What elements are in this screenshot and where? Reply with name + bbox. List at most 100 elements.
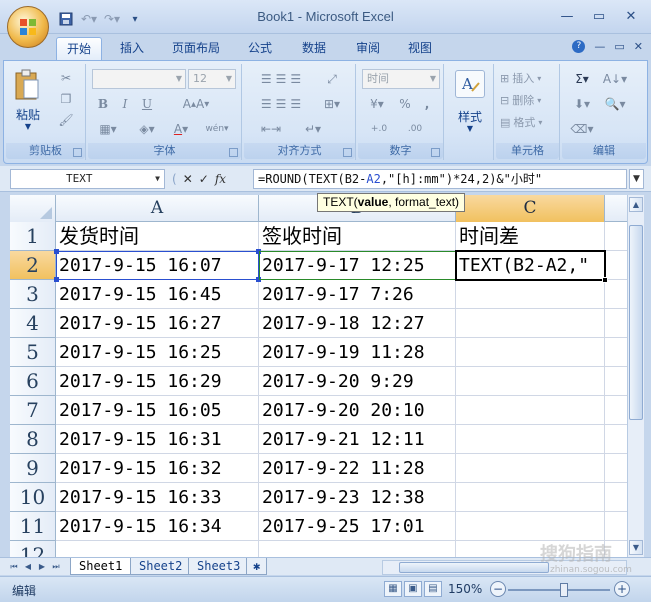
cell-c6[interactable] [456,367,605,396]
clear-icon[interactable]: ⌫▾ [570,120,594,138]
styles-icon[interactable]: A [455,70,485,98]
row-header[interactable]: 9 [10,454,56,483]
row-header[interactable]: 10 [10,483,56,512]
cell-c2[interactable]: TEXT(B2-A2," [456,251,605,280]
font-name-combo[interactable]: ▼ [92,69,186,89]
row-header[interactable]: 3 [10,280,56,309]
cell-d11[interactable] [605,512,627,541]
cell-c4[interactable] [456,309,605,338]
cut-icon[interactable]: ✂ [58,70,74,86]
cell-a10[interactable]: 2017-9-15 16:33 [56,483,259,512]
horizontal-align-icons[interactable]: ☰☰☰ [248,95,318,113]
cell-d8[interactable] [605,425,627,454]
cell-a9[interactable]: 2017-9-15 16:32 [56,454,259,483]
reference-handle[interactable] [256,277,261,282]
cell-c8[interactable] [456,425,605,454]
format-painter-icon[interactable]: 🖌 [58,112,74,128]
page-break-view-icon[interactable]: ▤ [424,581,442,597]
reference-handle[interactable] [54,277,59,282]
styles-dropdown-icon[interactable]: ▼ [446,124,494,133]
fill-color-icon[interactable]: ◈▾ [132,120,162,138]
sheet-tab-3[interactable]: Sheet3 [188,558,250,575]
tab-data[interactable]: 数据 [292,37,336,60]
row-header[interactable]: 2 [10,251,56,280]
tab-formulas[interactable]: 公式 [238,37,282,60]
vertical-align-icons[interactable]: ☰☰☰ [248,70,318,88]
underline-button[interactable]: U [138,95,156,113]
currency-icon[interactable]: ¥▾ [362,95,392,113]
cell-b11[interactable]: 2017-9-25 17:01 [259,512,456,541]
font-color-icon[interactable]: A ▾ [166,120,196,138]
tab-view[interactable]: 视图 [398,37,442,60]
cell-a2[interactable]: 2017-9-15 16:07 [56,251,259,280]
maximize-icon[interactable]: ▭ [585,6,613,26]
cell-b3[interactable]: 2017-9-17 7:26 [259,280,456,309]
next-sheet-icon[interactable]: ▶ [36,560,48,573]
cell-b10[interactable]: 2017-9-23 12:38 [259,483,456,512]
row-header[interactable]: 12 [10,541,56,557]
indent-icons[interactable]: ⇤⇥ [248,120,294,138]
cell-a5[interactable]: 2017-9-15 16:25 [56,338,259,367]
cell-b2[interactable]: 2017-9-17 12:25 [259,251,456,280]
cell-a4[interactable]: 2017-9-15 16:27 [56,309,259,338]
office-button[interactable] [7,6,49,48]
cell-a1[interactable]: 发货时间 [56,222,259,251]
cell-b12[interactable] [259,541,456,557]
cell-b4[interactable]: 2017-9-18 12:27 [259,309,456,338]
first-sheet-icon[interactable]: ⏮ [8,560,20,573]
find-select-icon[interactable]: 🔍▾ [600,95,630,113]
select-all-corner[interactable] [10,195,56,222]
alignment-launcher-icon[interactable] [343,148,352,157]
cell-c11[interactable] [456,512,605,541]
expand-formula-bar-icon[interactable]: ▼ [629,169,644,189]
cell-d2[interactable] [605,251,627,280]
page-layout-view-icon[interactable]: ▣ [404,581,422,597]
cell-a6[interactable]: 2017-9-15 16:29 [56,367,259,396]
wrap-text-icon[interactable]: ↵▾ [298,120,328,138]
cell-b8[interactable]: 2017-9-21 12:11 [259,425,456,454]
sheet-tab-1[interactable]: Sheet1 [70,558,132,575]
cell-d9[interactable] [605,454,627,483]
autosum-icon[interactable]: Σ▾ [570,70,594,88]
border-icon[interactable]: ▦▾ [94,120,122,138]
row-header[interactable]: 1 [10,222,56,251]
percent-button[interactable]: % [396,95,414,113]
enter-icon[interactable]: ✓ [199,172,209,186]
cell-c1[interactable]: 时间差 [456,222,605,251]
column-header-c[interactable]: C [456,195,605,222]
doc-minimize-icon[interactable]: — [594,40,605,53]
font-launcher-icon[interactable] [229,148,238,157]
scroll-down-icon[interactable]: ▼ [629,540,643,555]
cell-a8[interactable]: 2017-9-15 16:31 [56,425,259,454]
cell-a3[interactable]: 2017-9-15 16:45 [56,280,259,309]
cell-b7[interactable]: 2017-9-20 20:10 [259,396,456,425]
reference-handle[interactable] [54,249,59,254]
comma-button[interactable]: , [418,95,436,113]
format-cells-button[interactable]: ▤ 格式 ▾ [500,114,542,130]
zoom-out-icon[interactable]: − [490,581,506,597]
row-header[interactable]: 11 [10,512,56,541]
horizontal-scroll-thumb[interactable] [399,562,549,573]
vertical-scroll-thumb[interactable] [629,225,643,420]
normal-view-icon[interactable]: ▦ [384,581,402,597]
paste-label[interactable]: 粘贴 [10,106,46,123]
help-icon[interactable]: ? [572,40,586,53]
vertical-scrollbar[interactable]: ▲ ▼ [627,195,644,557]
row-header[interactable]: 7 [10,396,56,425]
column-header-d[interactable] [605,195,627,222]
copy-icon[interactable]: ❐ [58,91,74,107]
row-header[interactable]: 5 [10,338,56,367]
cell-d7[interactable] [605,396,627,425]
row-header[interactable]: 4 [10,309,56,338]
merge-center-icon[interactable]: ⊞▾ [320,95,344,113]
reference-handle[interactable] [256,249,261,254]
tab-home[interactable]: 开始 [56,37,103,60]
cell-d4[interactable] [605,309,627,338]
column-header-a[interactable]: A [56,195,259,222]
delete-cells-button[interactable]: ⊟ 删除 ▾ [500,92,541,108]
zoom-level[interactable]: 150% [448,582,482,596]
fill-icon[interactable]: ⬇▾ [570,95,594,113]
cell-c7[interactable] [456,396,605,425]
minimize-icon[interactable]: — [553,6,581,26]
insert-cells-button[interactable]: ⊞ 插入 ▾ [500,70,541,86]
